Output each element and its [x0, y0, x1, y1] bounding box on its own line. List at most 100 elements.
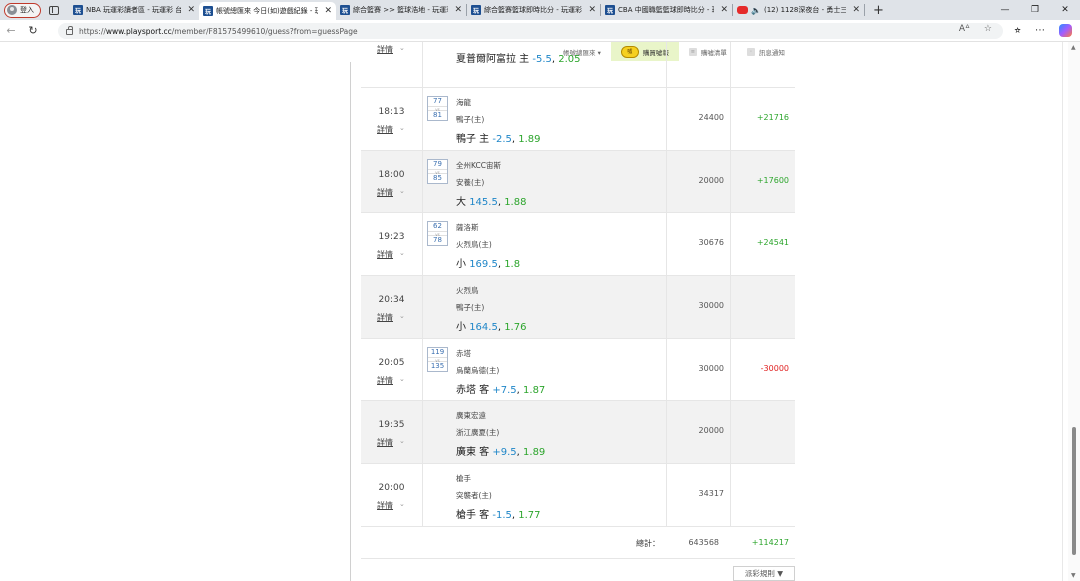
pick-odds: 1.88	[504, 196, 527, 208]
table-row: 20:05 詳情 ⌄ 119 vs 135 赤塔 烏蘭烏德(主) 赤塔 客 +7.5, 1.87…	[361, 338, 795, 402]
result-cell: +21716	[731, 88, 795, 150]
avatar-icon	[7, 5, 17, 15]
new-tab-button[interactable]: +	[873, 3, 884, 18]
content-border	[1062, 42, 1063, 581]
bet-result: +17600	[756, 175, 789, 185]
game-cell: 夏普爾阿富拉 主 -5.5, 2.05	[423, 42, 667, 87]
bet-amount: 30676	[698, 238, 724, 248]
time-cell: 20:05 詳情 ⌄	[361, 338, 423, 401]
away-team: 赤塔	[456, 348, 471, 358]
browser-tab[interactable]: 玩 CBA 中國職籃籃球即時比分 - 玩! ✕	[601, 0, 732, 20]
close-tab-icon[interactable]: ✕	[451, 5, 462, 15]
tab-actions-icon[interactable]	[49, 5, 59, 15]
back-icon[interactable]: ←	[0, 24, 22, 37]
pick-team: 小	[456, 259, 466, 271]
detail-link[interactable]: 詳情	[377, 44, 393, 55]
browser-tab-bar: 登入 玩 NBA 玩運彩讀者區 - 玩運彩 台灣 ✕ 玩 帳號總匯來 今日(如)…	[0, 0, 1080, 20]
close-window-icon[interactable]: ✕	[1050, 5, 1080, 15]
chevron-down-icon[interactable]: ⌄	[399, 44, 405, 52]
browser-tab[interactable]: 玩 綜合籃賽 >> 籃球浩地 - 玩運彩討 ✕	[336, 0, 466, 20]
time-cell: 20:34 詳情 ⌄	[361, 276, 423, 338]
pick-text: 大 145.5, 1.88	[456, 193, 526, 208]
detail-link[interactable]: 詳情	[377, 312, 393, 323]
home-team: 安養(主)	[456, 177, 485, 187]
amount-cell: 30000	[667, 338, 731, 401]
browser-toolbar: ⭐︎ ⋯	[1014, 24, 1072, 37]
game-cell: 77 vs 81 海龍 鴨子(主) 鴨子 主 -2.5, 1.89	[423, 88, 667, 150]
scroll-up-icon[interactable]: ▲	[1071, 44, 1076, 51]
payout-rules-label: 派彩規則 ▼	[744, 569, 784, 578]
table-row: 18:13 詳情 ⌄ 77 vs 81 海龍 鴨子(主) 鴨子 主 -2.5, 1.89 2440…	[361, 88, 795, 151]
pick-text: 小 169.5, 1.8	[456, 255, 520, 270]
close-tab-icon[interactable]: ✕	[717, 5, 728, 15]
url-prefix: https://	[79, 26, 106, 36]
url-field[interactable]: https://www.playsport.cc/member/F8157549…	[58, 23, 1003, 39]
payout-rules-button[interactable]: 派彩規則 ▼	[733, 566, 795, 581]
browser-tab-active[interactable]: 玩 帳號總匯來 今日(如)遊戲紀錄 - 玩 ✕	[199, 2, 336, 20]
minimize-icon[interactable]: —	[990, 5, 1020, 15]
table-row: 19:35 詳情 ⌄ 廣東宏遠 浙江廣夏(主) 廣東 客 +9.5, 1.89 20000	[361, 401, 795, 465]
tab-title: 帳號總匯來 今日(如)遊戲紀錄 - 玩	[216, 7, 319, 15]
scrollbar[interactable]: ▲ ▼	[1068, 42, 1080, 581]
table-row: 詳情 ⌄ 夏普爾阿富拉 主 -5.5, 2.05	[361, 42, 795, 88]
browser-tab[interactable]: 玩 綜合籃賽籃球即時比分 - 玩運彩 ✕	[467, 0, 600, 20]
pick-line: -1.5	[492, 510, 512, 522]
pick-line: -5.5	[532, 54, 552, 65]
chevron-down-icon[interactable]: ⌄	[399, 249, 405, 257]
result-cell: +17600	[731, 151, 795, 213]
pick-text: 夏普爾阿富拉 主 -5.5, 2.05	[456, 50, 581, 65]
detail-link[interactable]: 詳情	[377, 249, 393, 260]
favorites-icon[interactable]: ⭐︎	[1014, 25, 1021, 36]
read-aloud-icon[interactable]: Aᐞ	[959, 24, 970, 34]
total-amount: 643568	[688, 537, 719, 547]
bet-amount: 30000	[698, 363, 724, 373]
chevron-down-icon[interactable]: ⌄	[399, 500, 405, 508]
pick-team: 夏普爾阿富拉 主	[456, 54, 530, 65]
youtube-icon	[737, 6, 748, 14]
away-team: 槍手	[456, 474, 471, 484]
tab-title: NBA 玩運彩讀者區 - 玩運彩 台灣	[86, 6, 182, 14]
profile-button[interactable]: 登入	[4, 2, 41, 18]
chevron-down-icon[interactable]: ⌄	[399, 375, 405, 383]
bet-result: -30000	[760, 363, 789, 373]
speaker-icon[interactable]: 🔈	[751, 6, 761, 15]
close-tab-icon[interactable]: ✕	[321, 6, 332, 16]
game-time: 19:35	[378, 420, 405, 431]
browser-tab[interactable]: 玩 NBA 玩運彩讀者區 - 玩運彩 台灣 ✕	[69, 0, 199, 20]
copilot-icon[interactable]	[1059, 24, 1072, 37]
amount-cell: 34317	[667, 464, 731, 526]
browser-tab[interactable]: 🔈 (12) 1128深夜台 - 勇士三節 ✕	[733, 0, 864, 20]
table-row: 20:34 詳情 ⌄ 火烈鳥 鴨子(主) 小 164.5, 1.76 30000	[361, 276, 795, 339]
time-cell: 19:23 詳情 ⌄	[361, 213, 423, 276]
game-cell: 62 vs 78 薩洛斯 火烈鳥(主) 小 169.5, 1.8	[423, 213, 667, 276]
chevron-down-icon[interactable]: ⌄	[399, 437, 405, 445]
favorite-star-icon[interactable]: ☆	[984, 24, 992, 34]
close-tab-icon[interactable]: ✕	[184, 5, 195, 15]
close-tab-icon[interactable]: ✕	[585, 5, 596, 15]
chevron-down-icon[interactable]: ⌄	[399, 187, 405, 195]
detail-link[interactable]: 詳情	[377, 375, 393, 386]
scroll-down-icon[interactable]: ▼	[1071, 572, 1076, 579]
tab-title: CBA 中國職籃籃球即時比分 - 玩!	[618, 6, 715, 14]
restore-icon[interactable]: ❐	[1020, 5, 1050, 15]
pick-odds: 1.76	[504, 322, 527, 334]
detail-link[interactable]: 詳情	[377, 500, 393, 511]
detail-link[interactable]: 詳情	[377, 124, 393, 135]
away-score: 119	[430, 347, 445, 356]
bet-amount: 34317	[698, 489, 724, 499]
home-score: 85	[433, 173, 442, 182]
result-cell: -30000	[731, 339, 795, 401]
url-host: www.playsport.cc	[105, 26, 172, 36]
amount-cell: 30676	[667, 213, 731, 276]
game-time: 20:05	[378, 357, 405, 368]
more-menu-icon[interactable]: ⋯	[1035, 25, 1045, 36]
chevron-down-icon[interactable]: ⌄	[399, 124, 405, 132]
scrollbar-thumb[interactable]	[1072, 427, 1076, 555]
close-tab-icon[interactable]: ✕	[849, 5, 860, 15]
detail-link[interactable]: 詳情	[377, 187, 393, 198]
chevron-down-icon[interactable]: ⌄	[399, 312, 405, 320]
detail-link[interactable]: 詳情	[377, 437, 393, 448]
bet-amount: 24400	[698, 113, 724, 122]
pick-odds: 1.77	[518, 510, 541, 522]
refresh-icon[interactable]: ↻	[22, 24, 44, 37]
